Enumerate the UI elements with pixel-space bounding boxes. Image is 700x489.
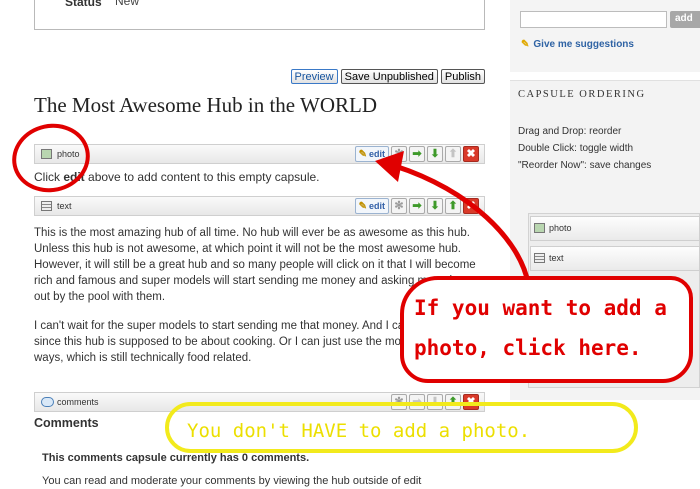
red-arrow-head [375,151,404,182]
red-annotation-line-1: If you want to add a [414,296,667,320]
red-callout-bubble [400,276,693,383]
red-arrow-shaft [392,163,531,286]
red-annotation-line-2: photo, click here. [414,336,642,360]
yellow-annotation-text: You don't HAVE to add a photo. [187,420,531,442]
